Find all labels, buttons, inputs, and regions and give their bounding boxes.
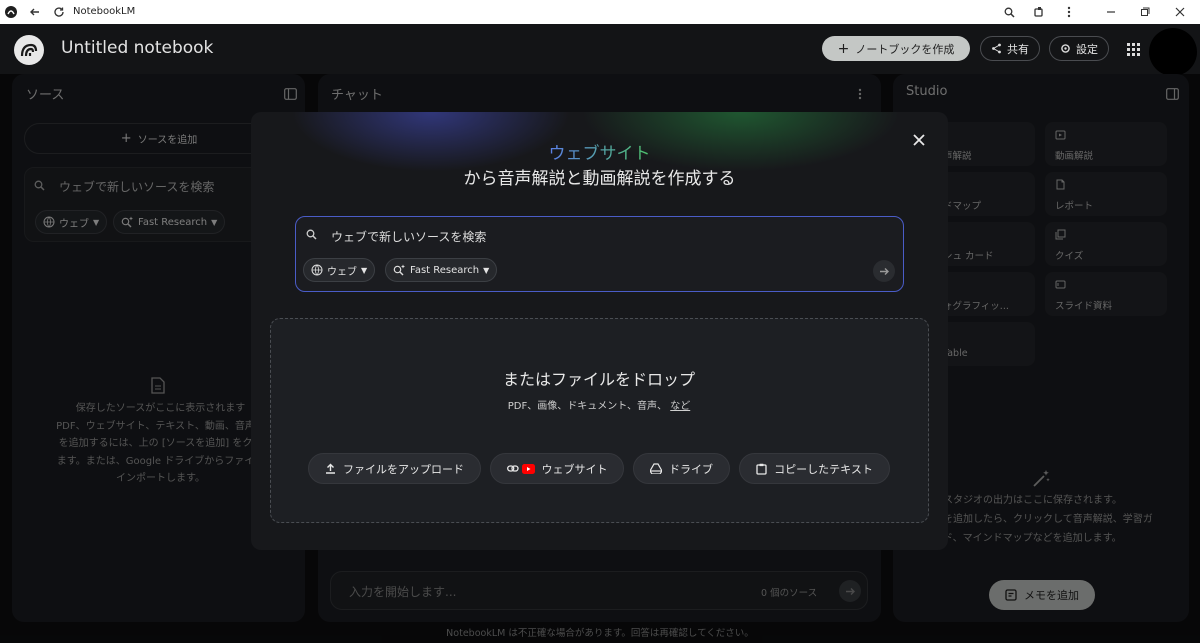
extensions-icon[interactable] xyxy=(1032,3,1046,21)
zoom-search-icon[interactable] xyxy=(1002,3,1016,21)
more-vert-icon[interactable] xyxy=(1063,3,1075,21)
paste-label: コピーしたテキスト xyxy=(774,462,873,476)
search-submit-button[interactable] xyxy=(873,260,895,282)
restore-icon[interactable] xyxy=(1138,3,1152,21)
arrow-right-icon xyxy=(879,267,889,275)
drive-source-button[interactable]: ドライブ xyxy=(633,453,730,484)
dialog-headline-highlight: ウェブサイト xyxy=(251,139,948,164)
share-label: 共有 xyxy=(1007,42,1029,56)
clipboard-icon xyxy=(756,463,767,475)
research-mode-chip[interactable]: Fast Research ▼ xyxy=(385,258,498,282)
add-source-dialog: ウェブサイト から音声解説と動画解説を作成する ウェブで新しいソースを検索 ウェ… xyxy=(251,112,948,550)
link-youtube-icon xyxy=(506,463,535,474)
drop-subtitle: PDF、画像、ドキュメント、音声、 など xyxy=(271,397,927,412)
drop-subtitle-text: PDF、画像、ドキュメント、音声、 xyxy=(507,401,668,412)
search-sparkle-icon xyxy=(393,264,405,276)
settings-button[interactable]: 設定 xyxy=(1049,36,1109,61)
settings-label: 設定 xyxy=(1076,42,1098,56)
upload-icon xyxy=(326,463,335,474)
window-title: NotebookLM xyxy=(73,6,136,17)
drop-title: またはファイルをドロップ xyxy=(502,370,695,389)
gear-icon xyxy=(1061,44,1070,53)
web-search-input[interactable]: ウェブで新しいソースを検索 xyxy=(331,228,486,245)
globe-icon xyxy=(311,264,323,276)
headline-highlight-text: ウェブサイト xyxy=(548,144,651,164)
web-chip-label: ウェブ xyxy=(327,266,357,278)
share-icon xyxy=(992,43,1001,54)
dialog-headline: から音声解説と動画解説を作成する xyxy=(463,169,736,189)
minimize-icon[interactable] xyxy=(1104,3,1118,21)
more-formats-link[interactable]: など xyxy=(670,401,690,412)
file-drop-zone[interactable]: またはファイルをドロップ PDF、画像、ドキュメント、音声、 など xyxy=(270,318,929,523)
share-button[interactable]: 共有 xyxy=(980,36,1040,61)
reload-icon[interactable] xyxy=(51,3,67,21)
paste-text-button[interactable]: コピーしたテキスト xyxy=(739,453,890,484)
upload-label: ファイルをアップロード xyxy=(343,462,464,476)
app-logo-icon xyxy=(4,3,18,21)
drive-label: ドライブ xyxy=(669,462,713,476)
window-title-bar: NotebookLM xyxy=(0,0,1200,24)
upload-file-button[interactable]: ファイルをアップロード xyxy=(308,453,481,484)
app-header: Untitled notebook + ノートブックを作成 共有 設定 xyxy=(0,24,1200,76)
chevron-down-icon: ▼ xyxy=(483,265,490,275)
research-chip-label: Fast Research xyxy=(410,264,480,276)
close-dialog-icon[interactable] xyxy=(912,132,926,151)
web-search-box: ウェブで新しいソースを検索 ウェブ ▼ Fast Research ▼ xyxy=(295,216,904,292)
website-label: ウェブサイト xyxy=(541,462,608,476)
close-window-icon[interactable] xyxy=(1173,3,1187,21)
notebook-title[interactable]: Untitled notebook xyxy=(61,38,213,58)
plus-icon: + xyxy=(837,40,850,57)
web-filter-chip[interactable]: ウェブ ▼ xyxy=(303,258,376,282)
search-icon xyxy=(306,229,317,240)
website-source-button[interactable]: ウェブサイト xyxy=(490,453,624,484)
notebooklm-logo-icon[interactable] xyxy=(14,35,44,65)
chevron-down-icon: ▼ xyxy=(361,265,368,275)
drive-icon xyxy=(650,463,662,474)
back-arrow-icon[interactable] xyxy=(27,3,43,21)
apps-grid-icon[interactable] xyxy=(1127,41,1140,60)
avatar[interactable] xyxy=(1149,28,1197,76)
create-notebook-button[interactable]: + ノートブックを作成 xyxy=(822,36,970,61)
create-notebook-label: ノートブックを作成 xyxy=(855,42,955,56)
